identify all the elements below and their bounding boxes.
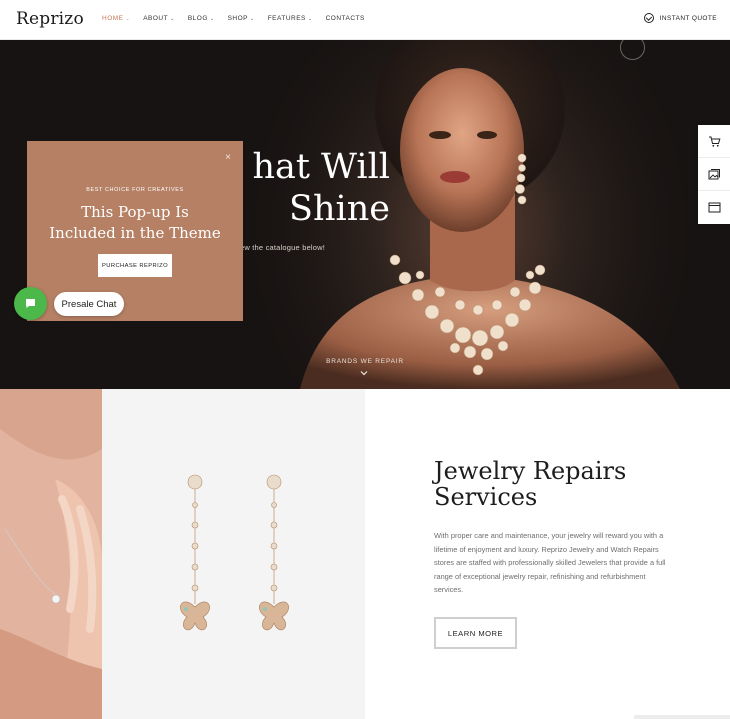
nav-features-label: FEATURES: [267, 15, 306, 22]
nav-home-label: HOME: [102, 15, 124, 22]
presale-chat-label[interactable]: Presale Chat: [54, 292, 124, 316]
main-nav: HOME ⌄ ABOUT ⌄ BLOG ⌄ SHOP ⌄ FEATURES ⌄ CONTA…: [102, 15, 365, 22]
learn-more-button[interactable]: LEARN MORE: [434, 617, 517, 649]
hero-subtitle: ew the catalogue below!: [240, 243, 326, 252]
chevron-down-icon[interactable]: [360, 369, 368, 377]
nav-item-about[interactable]: ABOUT ⌄: [143, 15, 175, 22]
close-icon[interactable]: ×: [225, 152, 231, 163]
brands-scroll-link[interactable]: BRANDS WE REPAIR: [0, 358, 730, 365]
check-circle-icon: [643, 13, 654, 23]
gallery-icon: [708, 168, 720, 179]
nav-about-label: ABOUT: [143, 15, 169, 22]
cart-icon: [708, 136, 720, 147]
chevron-down-icon: ⌄: [209, 15, 215, 22]
pendant-photo: [0, 389, 102, 719]
earrings-photo-panel: [102, 389, 365, 719]
popup-title: This Pop-up Is Included in the Theme: [27, 202, 243, 244]
nav-item-blog[interactable]: BLOG ⌄: [188, 15, 215, 22]
popup-title-line-1: This Pop-up Is: [81, 203, 189, 221]
site-logo[interactable]: Reprizo: [16, 9, 84, 29]
chevron-down-icon: ⌄: [250, 15, 255, 22]
nav-shop-label: SHOP: [227, 15, 248, 22]
cart-button[interactable]: [698, 125, 730, 158]
chevron-down-icon: ⌄: [170, 15, 175, 22]
nav-item-features[interactable]: FEATURES ⌄: [268, 15, 313, 22]
window-icon: [708, 202, 720, 213]
instant-quote-label: INSTANT QUOTE: [659, 14, 717, 22]
repairs-title-line-2: Services: [434, 483, 538, 511]
chevron-down-icon: ⌄: [125, 15, 131, 22]
nav-contacts-label: CONTACTS: [325, 15, 365, 22]
bottom-divider: [634, 715, 730, 719]
repairs-title-line-1: Jewelry Repairs: [434, 457, 627, 485]
repairs-description: With proper care and maintenance, your j…: [434, 531, 666, 595]
popup-eyebrow: BEST CHOICE FOR CREATIVES: [86, 187, 184, 193]
nav-blog-label: BLOG: [187, 15, 208, 22]
nav-item-shop[interactable]: SHOP ⌄: [228, 15, 255, 22]
popup-title-line-2: Included in the Theme: [49, 224, 221, 242]
chat-icon: [26, 299, 35, 308]
instant-quote-link[interactable]: INSTANT QUOTE: [643, 13, 717, 23]
nav-item-home[interactable]: HOME ⌄: [102, 15, 130, 22]
repairs-section: Jewelry Repairs Services With proper car…: [0, 389, 730, 719]
site-header: Reprizo HOME ⌄ ABOUT ⌄ BLOG ⌄ SHOP ⌄ FEATURE…: [0, 0, 730, 40]
chat-button[interactable]: [14, 287, 47, 320]
side-toolbar: [698, 125, 730, 224]
chevron-down-icon: ⌄: [307, 15, 313, 22]
earrings-photo: [180, 474, 289, 631]
window-button[interactable]: [698, 191, 730, 224]
nav-item-contacts[interactable]: CONTACTS: [326, 15, 365, 22]
repairs-title: Jewelry Repairs Services: [434, 458, 626, 510]
purchase-button[interactable]: PURCHASE REPRIZO: [98, 254, 172, 277]
gallery-button[interactable]: [698, 158, 730, 191]
